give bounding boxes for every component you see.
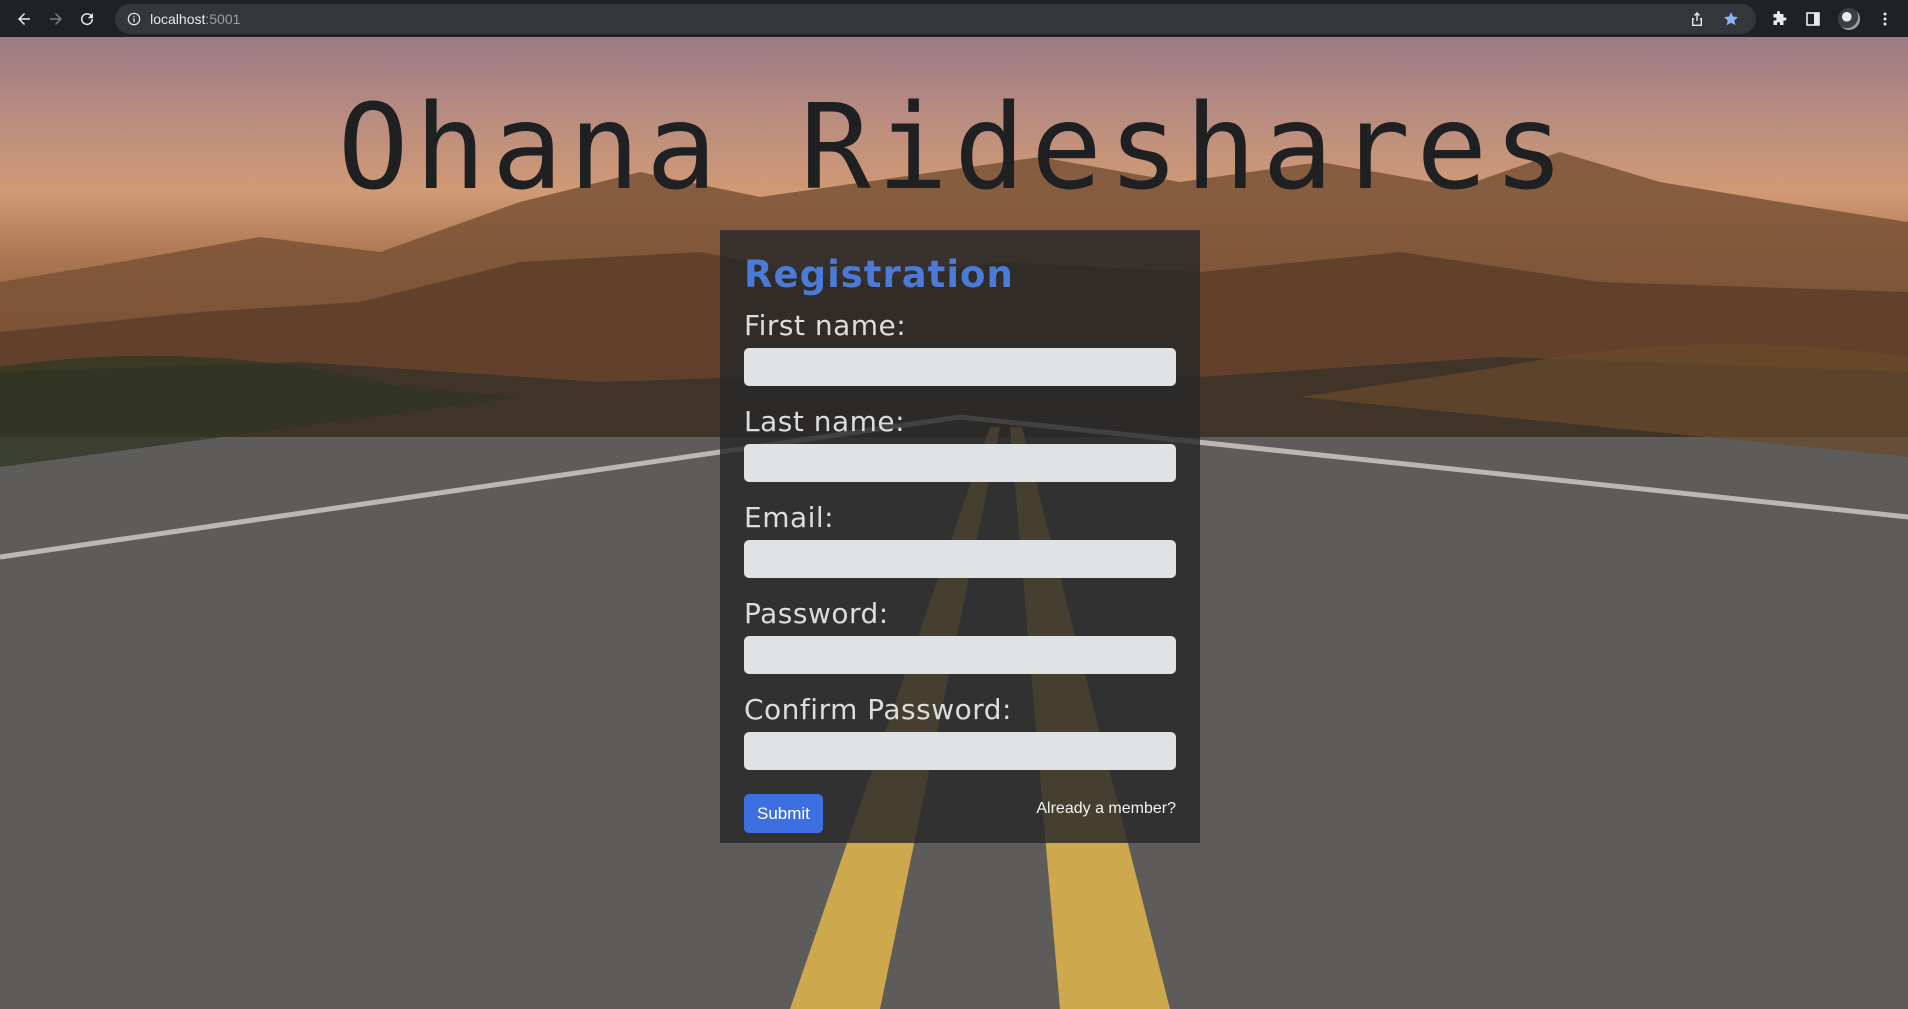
reload-icon [81,12,94,25]
info-icon [127,12,141,25]
submit-button[interactable]: Submit [744,794,823,833]
site-title: Ohana Rideshares [337,78,1571,216]
email-input[interactable] [744,540,1176,578]
form-footer: Submit Already a member? [744,794,1176,833]
password-input[interactable] [744,636,1176,674]
address-bar[interactable]: localhost:5001 [115,3,1756,34]
reload-button[interactable] [73,5,101,33]
confirm-password-label: Confirm Password: [744,693,1012,726]
arrow-left-icon [17,12,30,25]
extensions-button[interactable] [1770,10,1788,28]
forward-button[interactable] [42,5,70,33]
browser-toolbar: localhost:5001 [0,0,1908,37]
already-member-link[interactable]: Already a member? [1036,800,1176,818]
side-panel-icon [1806,11,1820,26]
arrow-right-icon [49,12,62,25]
menu-button[interactable] [1876,10,1894,28]
star-icon [1723,11,1739,25]
password-label: Password: [744,597,889,630]
confirm-password-input[interactable] [744,732,1176,770]
back-button[interactable] [10,5,38,33]
first-name-label: First name: [744,309,907,342]
bookmark-button[interactable] [1722,10,1740,28]
profile-avatar-icon[interactable] [1838,7,1860,30]
email-label: Email: [744,501,835,534]
puzzle-icon [1773,10,1787,25]
last-name-input[interactable] [744,444,1176,482]
share-icon [1691,11,1702,26]
share-button[interactable] [1688,10,1706,28]
url-host: localhost [150,10,206,27]
side-panel-button[interactable] [1804,10,1822,28]
url-port: :5001 [205,10,241,27]
page-background: Ohana Rideshares Registration First name… [0,37,1908,1009]
first-name-input[interactable] [744,348,1176,386]
more-vertical-icon [1883,12,1887,25]
registration-heading: Registration [744,253,1014,296]
last-name-label: Last name: [744,405,906,438]
registration-form: Registration First name: Last name: Emai… [720,230,1200,843]
